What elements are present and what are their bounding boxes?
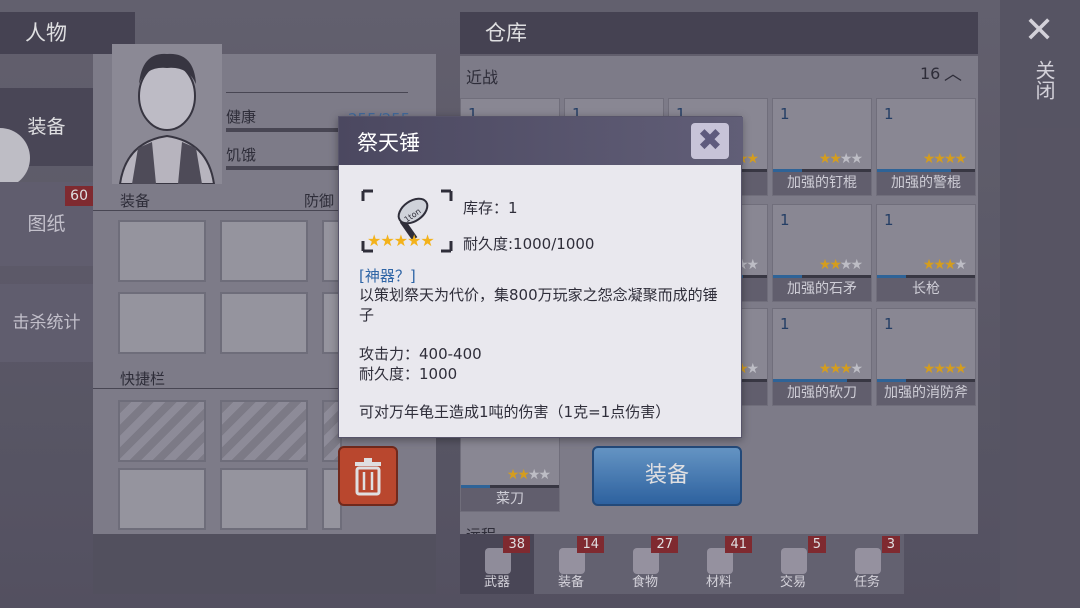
item-stars: ★★★★ [506, 467, 551, 483]
quickbar-slot-1[interactable] [118, 400, 206, 462]
quickbar-slot-4[interactable] [118, 468, 206, 530]
item-stars: ★★★★ [922, 151, 967, 167]
nav-kill-stats-tab[interactable]: 击杀统计 [0, 284, 93, 362]
item-count: 1 [780, 211, 790, 229]
item-detail-dialog: 祭天锤 ✖ 1ton ★★★★★ 库存：1 耐久度:1000/1000 [神器？… [338, 116, 743, 438]
item-slot[interactable]: 1 ★★★★ 加强的石矛 [772, 204, 872, 302]
tab-5[interactable]: 任务 3 [830, 534, 904, 594]
item-slot[interactable]: 1 ★★★★ 加强的砍刀 [772, 308, 872, 406]
stock-text: 库存：1 [463, 199, 518, 217]
equip-button[interactable]: 装备 [592, 446, 742, 506]
item-slot[interactable]: 1 ★★★★ 加强的消防斧 [876, 308, 976, 406]
tab-2[interactable]: 食物 27 [608, 534, 682, 594]
nav-equipment-label: 装备 [27, 116, 66, 138]
trash-icon [355, 458, 381, 496]
item-stars: ★★★★ [818, 361, 863, 377]
durability-stat: 耐久度：1000 [359, 365, 458, 383]
item-name: 加强的消防斧 [877, 382, 975, 405]
defense-label: 防御 [304, 192, 335, 210]
item-count: 1 [780, 315, 790, 333]
tab-badge: 5 [807, 536, 826, 553]
nav-blueprints-label: 图纸 [27, 213, 66, 235]
item-tag: [神器？] [359, 267, 416, 285]
item-count: 1 [884, 211, 894, 229]
close-icon: ✖ [697, 123, 723, 158]
tab-badge: 41 [725, 536, 752, 553]
item-name: 加强的警棍 [877, 172, 975, 195]
tab-1[interactable]: 装备 14 [534, 534, 608, 594]
melee-count: 16 [920, 64, 941, 83]
attack-text: 攻击力：400-400 [359, 345, 482, 363]
tab-badge: 14 [577, 536, 604, 553]
tab-label: 任务 [853, 575, 880, 590]
effect-text: 可对万年龟王造成1吨的伤害（1克=1点伤害） [359, 403, 671, 421]
tab-0[interactable]: 武器 38 [460, 534, 534, 594]
tab-label: 食物 [631, 575, 658, 590]
warehouse-header: 仓库 [460, 12, 978, 54]
item-slot[interactable]: 1 ★★★★ 加强的警棍 [876, 98, 976, 196]
hunger-label: 饥饿 [226, 146, 257, 164]
melee-section-label: 近战 [466, 68, 499, 87]
item-stars: ★★★★ [922, 361, 967, 377]
nav-blueprints-tab[interactable]: 图纸 60 [0, 182, 93, 266]
hands-slot[interactable] [118, 292, 206, 354]
item-description: 以策划祭天为代价，集800万玩家之怨念凝聚而成的锤子 [359, 286, 718, 324]
game-scene: 人物 装备 图纸 60 击杀统计 健康 255/255 饥饿 装备 防御 快捷栏 [0, 0, 1080, 608]
close-label[interactable]: 关闭 [1030, 60, 1059, 100]
warehouse-title: 仓库 [485, 21, 527, 45]
health-label: 健康 [226, 108, 257, 126]
tab-label: 材料 [705, 575, 732, 590]
close-panel: ✕ 关闭 [1000, 0, 1080, 608]
item-count: 1 [884, 315, 894, 333]
head-slot[interactable] [118, 220, 206, 282]
equipment-section-label: 装备 [120, 192, 151, 210]
body-slot[interactable] [220, 220, 308, 282]
item-name: 加强的砍刀 [773, 382, 871, 405]
tab-4[interactable]: 交易 5 [756, 534, 830, 594]
character-panel-footer [93, 534, 436, 594]
quickbar-slot-2[interactable] [220, 400, 308, 462]
item-name: 长枪 [877, 278, 975, 301]
item-stars: ★★★★ [922, 257, 967, 273]
dialog-close-button[interactable]: ✖ [691, 123, 729, 159]
collapse-chevron-icon[interactable]: ︿ [944, 60, 962, 86]
tab-badge: 38 [503, 536, 530, 553]
item-count: 1 [884, 105, 894, 123]
close-x-icon[interactable]: ✕ [1024, 10, 1054, 51]
character-portrait [112, 44, 222, 184]
tab-label: 武器 [483, 575, 510, 590]
tab-3[interactable]: 材料 41 [682, 534, 756, 594]
character-title: 人物 [25, 21, 67, 45]
tab-badge: 3 [881, 536, 900, 553]
stats-divider [226, 92, 408, 93]
item-name: 加强的钉棍 [773, 172, 871, 195]
item-slot[interactable]: 1 ★★★★ 长枪 [876, 204, 976, 302]
quickbar-slot-5[interactable] [220, 468, 308, 530]
blueprints-badge: 60 [65, 186, 93, 206]
quickbar-label: 快捷栏 [120, 370, 166, 388]
nav-kill-stats-label: 击杀统计 [12, 313, 81, 333]
tab-label: 交易 [779, 575, 806, 590]
item-name: 加强的石矛 [773, 278, 871, 301]
tab-label: 装备 [557, 575, 584, 590]
dialog-title: 祭天锤 [357, 131, 420, 155]
item-stars: ★★★★ [818, 257, 863, 273]
item-name: 菜刀 [461, 488, 559, 511]
tab-badge: 27 [651, 536, 678, 553]
legs-slot[interactable] [220, 292, 308, 354]
item-slot[interactable]: 1 ★★★★ 加强的钉棍 [772, 98, 872, 196]
item-stars: ★★★★ [818, 151, 863, 167]
durability-text: 耐久度:1000/1000 [463, 235, 595, 253]
ranged-section-label: 远程 [466, 524, 496, 534]
item-stars: ★★★★★ [367, 231, 435, 250]
trash-button[interactable] [338, 446, 398, 506]
item-count: 1 [780, 105, 790, 123]
